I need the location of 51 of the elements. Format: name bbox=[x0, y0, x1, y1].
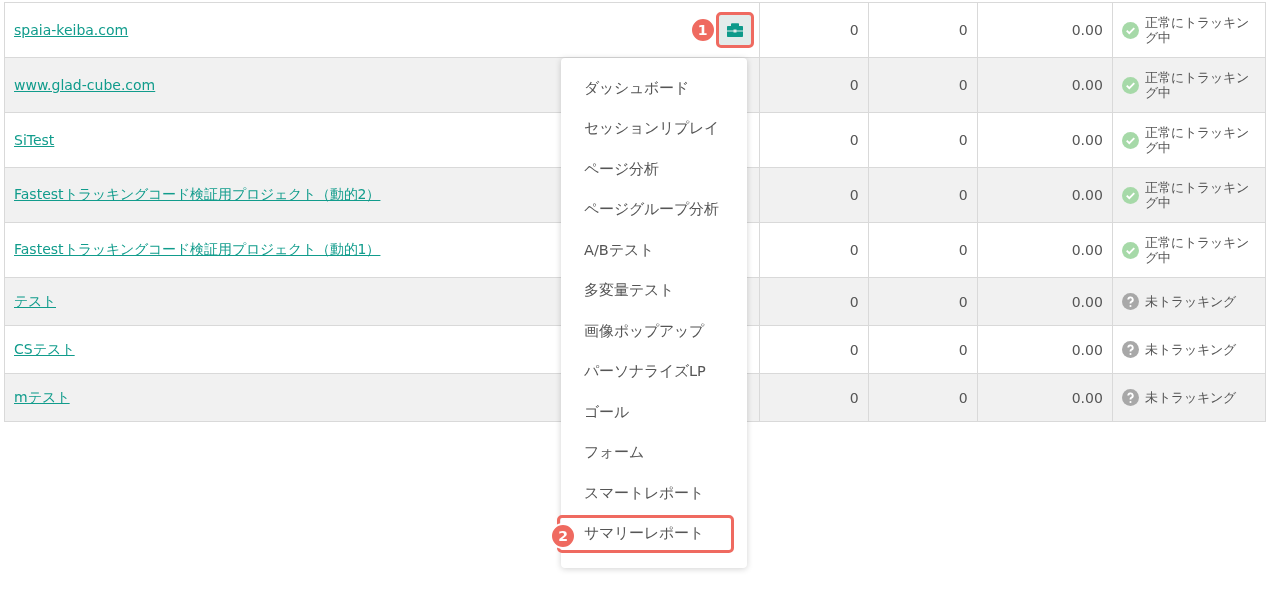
table-cell: 0.00 bbox=[977, 167, 1113, 223]
table-cell: 0.00 bbox=[977, 2, 1113, 58]
table-cell: 0.00 bbox=[977, 112, 1113, 168]
table-cell: 0.00 bbox=[977, 325, 1113, 374]
table-cell: 0 bbox=[759, 277, 869, 326]
menu-item[interactable]: スマートレポート bbox=[561, 474, 704, 513]
toolbox-button[interactable] bbox=[715, 12, 754, 48]
table-cell: 0 bbox=[868, 277, 978, 326]
step-badge: 1 bbox=[689, 17, 716, 43]
project-link[interactable]: CSテスト bbox=[14, 340, 75, 359]
project-link[interactable]: Fastestトラッキングコード検証用プロジェクト（動的1） bbox=[14, 241, 381, 259]
project-link[interactable]: SiTest bbox=[14, 132, 55, 148]
table-cell: 0 bbox=[759, 222, 869, 278]
menu-item[interactable]: 多変量テスト bbox=[561, 271, 674, 310]
table-cell: 0 bbox=[759, 325, 869, 374]
table-cell: 0 bbox=[759, 112, 869, 168]
table-cell: 0 bbox=[868, 2, 978, 58]
table-cell: 0 bbox=[868, 112, 978, 168]
menu-item[interactable]: ゴール bbox=[561, 393, 629, 432]
table-cell: 0 bbox=[759, 167, 869, 223]
briefcase-icon bbox=[726, 23, 743, 37]
menu-item[interactable]: フォーム bbox=[561, 433, 644, 472]
status-text: 正常にトラッキング中 bbox=[1144, 180, 1250, 210]
menu-item[interactable]: ページグループ分析 bbox=[561, 190, 719, 229]
table-cell: 0 bbox=[868, 325, 978, 374]
table-cell: 0 bbox=[759, 57, 869, 113]
table-cell: 0 bbox=[868, 373, 978, 422]
menu-item[interactable]: ダッシュボード bbox=[561, 69, 689, 108]
menu-item[interactable]: 画像ポップアップ bbox=[561, 312, 704, 351]
menu-item[interactable]: パーソナライズLP bbox=[561, 352, 706, 391]
table-cell: 0 bbox=[868, 57, 978, 113]
table-cell: 0 bbox=[868, 167, 978, 223]
menu-item[interactable]: ページ分析 bbox=[561, 150, 659, 189]
status-text: 正常にトラッキング中 bbox=[1144, 70, 1250, 100]
table-cell: 0.00 bbox=[977, 57, 1113, 113]
table-cell: 0.00 bbox=[977, 373, 1113, 422]
table-cell: 0.00 bbox=[977, 277, 1113, 326]
table-cell: 0 bbox=[759, 2, 869, 58]
status-text: 未トラッキング bbox=[1144, 294, 1236, 309]
table-cell: 0.00 bbox=[977, 222, 1113, 278]
status-text: 未トラッキング bbox=[1144, 342, 1236, 357]
project-link[interactable]: spaia-keiba.com bbox=[14, 22, 129, 38]
status-text: 未トラッキング bbox=[1144, 390, 1236, 405]
status-text: 正常にトラッキング中 bbox=[1144, 235, 1250, 265]
menu-item[interactable]: セッションリプレイ bbox=[561, 109, 719, 148]
menu-item[interactable]: A/Bテスト bbox=[561, 231, 654, 270]
table-cell: 0 bbox=[759, 373, 869, 422]
step-badge: 2 bbox=[550, 522, 576, 549]
table-cell: 0 bbox=[868, 222, 978, 278]
status-text: 正常にトラッキング中 bbox=[1144, 125, 1250, 155]
status-text: 正常にトラッキング中 bbox=[1144, 15, 1250, 45]
